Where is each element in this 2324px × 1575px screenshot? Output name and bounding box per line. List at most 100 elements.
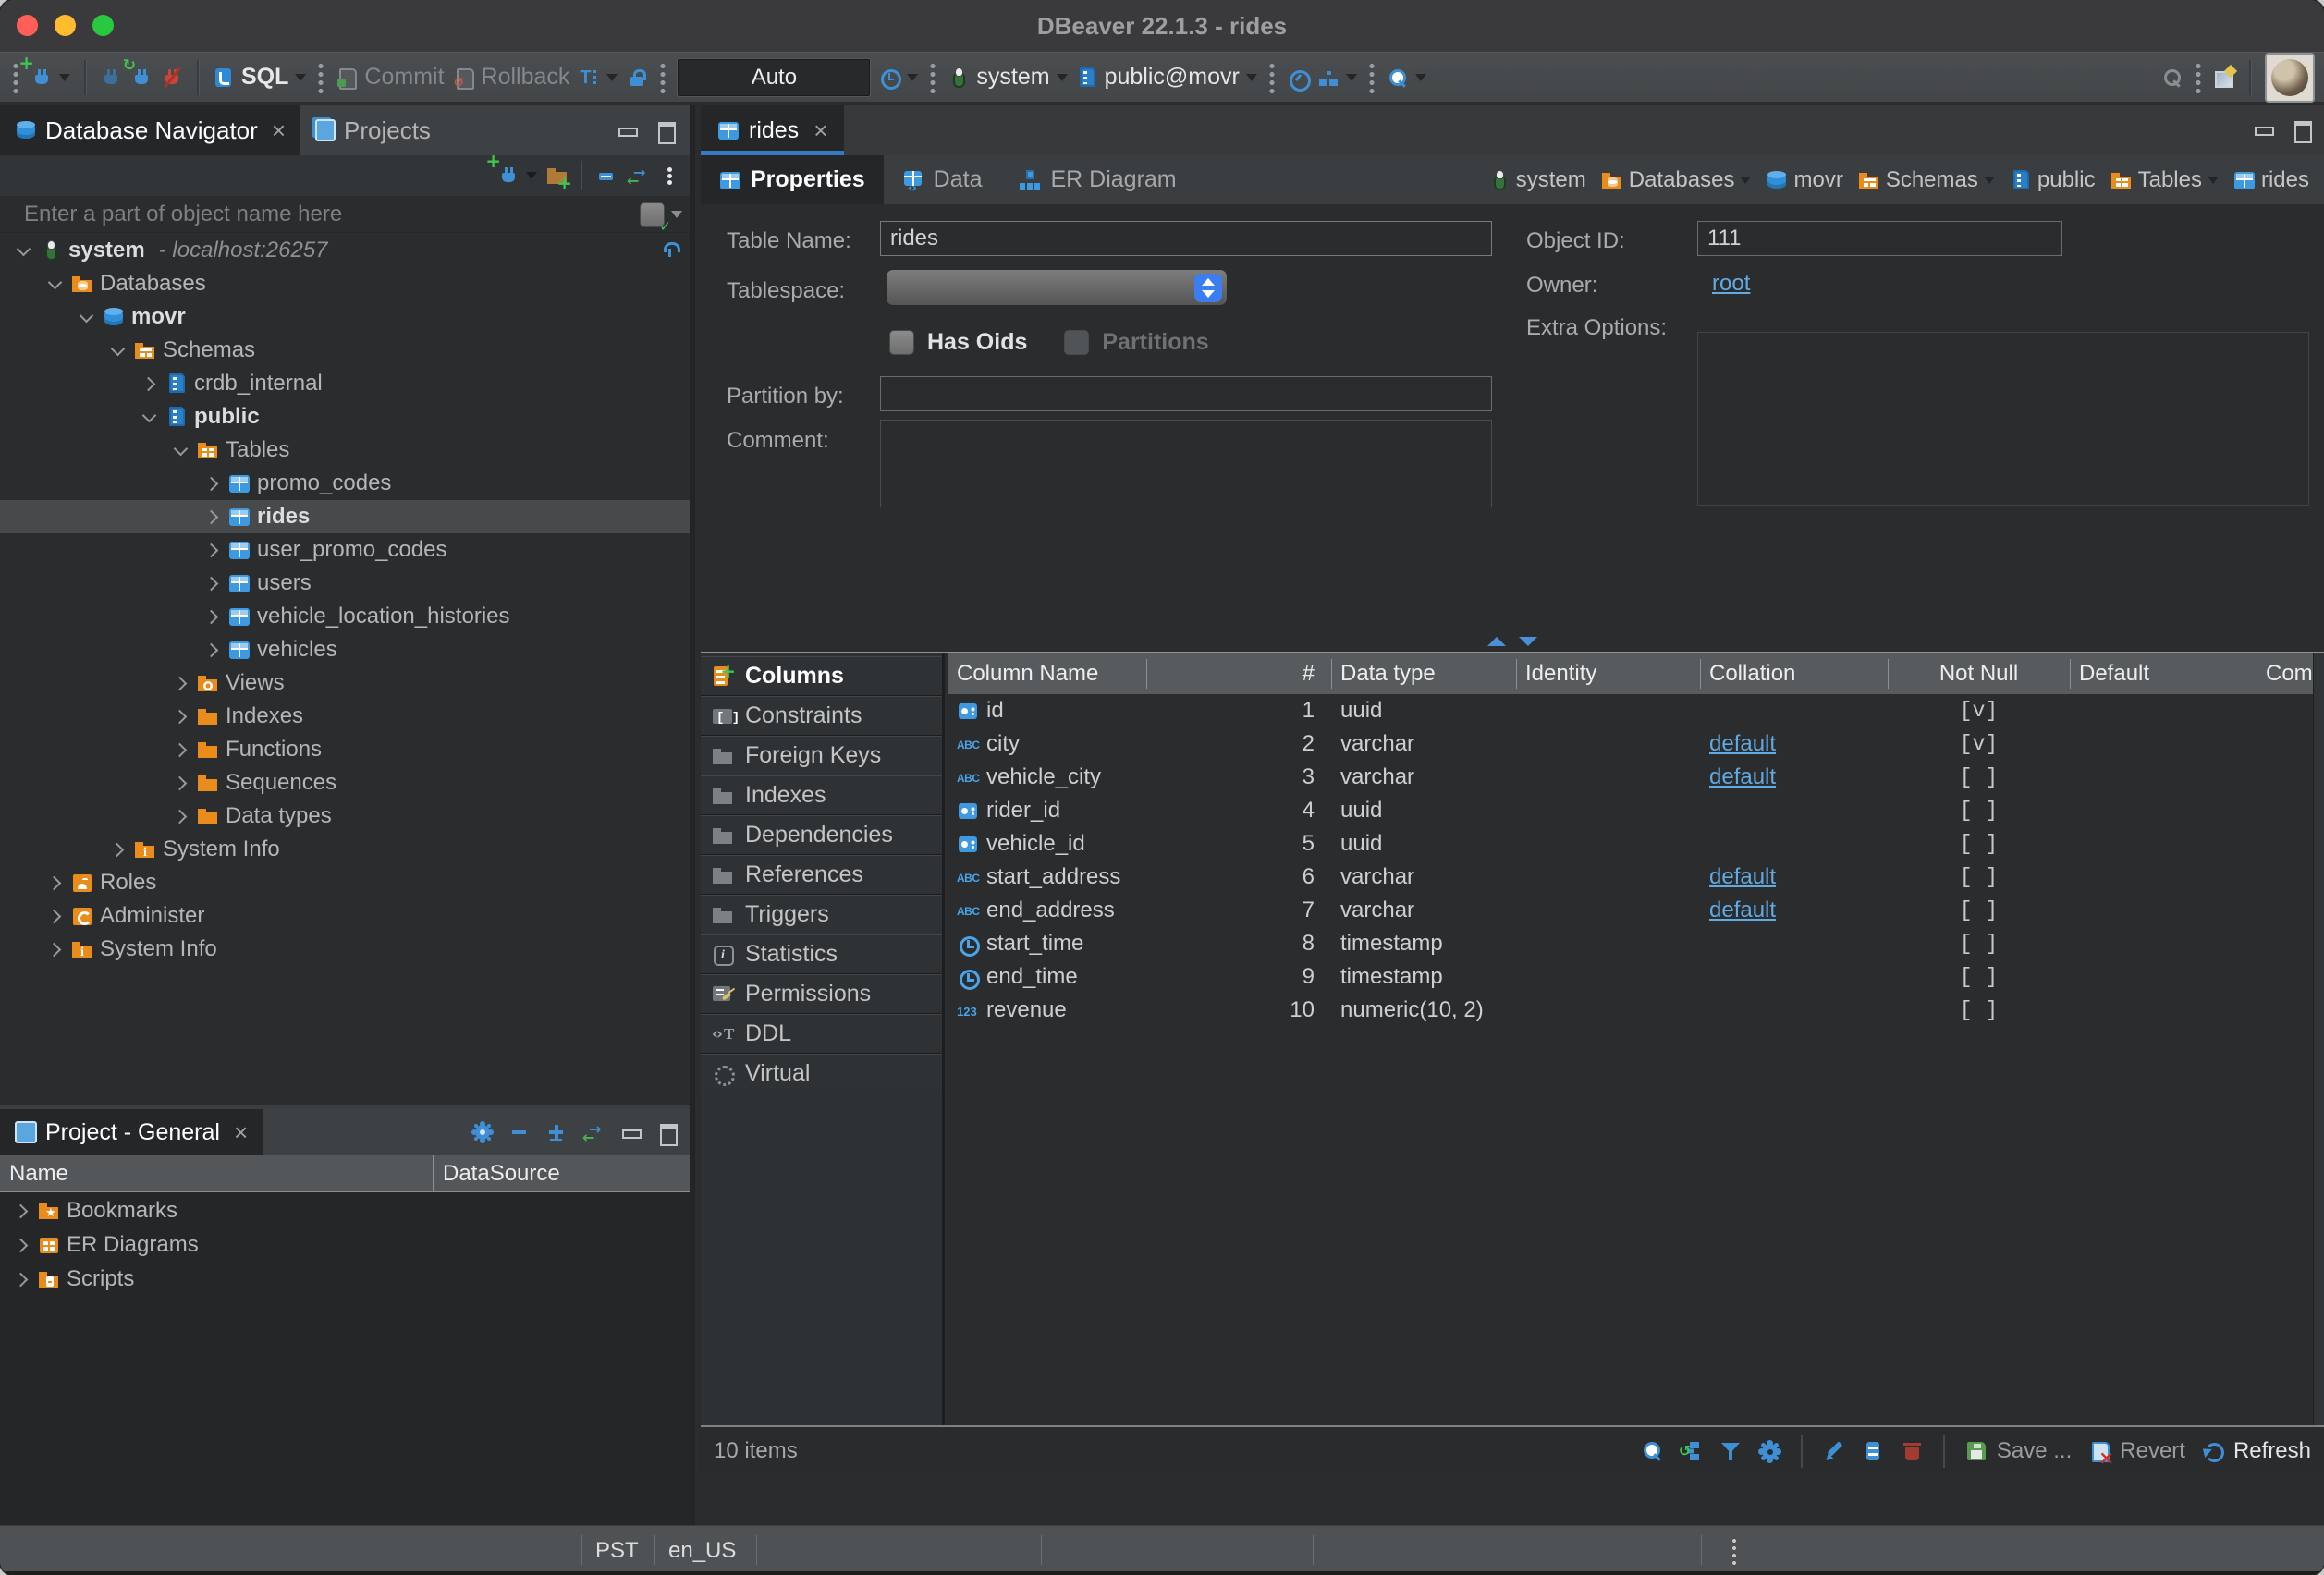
connect-button[interactable] — [100, 67, 122, 89]
commit-mode-combo[interactable]: Auto — [678, 59, 870, 96]
tree-item[interactable]: System Info — [0, 833, 690, 866]
zoom-window-button[interactable] — [92, 15, 114, 36]
breadcrumb-item[interactable]: system — [1488, 167, 1586, 193]
chevron-icon[interactable] — [203, 507, 222, 526]
tree-item[interactable]: system - localhost:26257 — [0, 234, 690, 267]
tree-item[interactable]: Databases — [0, 267, 690, 300]
grid-column-header[interactable]: Column Name — [948, 653, 1146, 694]
save-button[interactable]: Save ... — [1997, 1438, 2072, 1464]
search-button[interactable] — [1387, 67, 1426, 89]
transaction-log-button[interactable] — [578, 67, 618, 89]
refresh-icon[interactable] — [2202, 1440, 2224, 1462]
tree-item[interactable]: Data types — [0, 800, 690, 833]
statusbar-drag-handle[interactable] — [1732, 1537, 1736, 1565]
minimize-panel-icon[interactable] — [2252, 118, 2274, 140]
tree-item[interactable]: Views — [0, 666, 690, 700]
grid-sync-icon[interactable] — [1681, 1440, 1703, 1462]
chevron-icon[interactable] — [203, 574, 222, 592]
table-row[interactable]: vehicle_id 5 uuid [ ] — [948, 827, 2313, 861]
partition-by-input[interactable] — [880, 376, 1492, 411]
chevron-icon[interactable] — [203, 474, 222, 493]
has-oids-checkbox[interactable] — [889, 330, 914, 355]
extra-options-area[interactable] — [1697, 332, 2309, 506]
project-tree-item[interactable]: ER Diagrams — [0, 1227, 690, 1262]
tree-item[interactable]: user_promo_codes — [0, 533, 690, 567]
owner-link[interactable]: root — [1712, 271, 1750, 297]
table-row[interactable]: rider_id 4 uuid [ ] — [948, 794, 2313, 827]
editor-tab-rides[interactable]: rides × — [701, 105, 844, 155]
grid-settings-icon[interactable] — [1758, 1440, 1780, 1462]
open-perspective-button[interactable] — [2213, 67, 2235, 89]
expand-icon[interactable] — [545, 1121, 568, 1143]
collapse-all-button[interactable] — [595, 165, 618, 187]
compare-data-button[interactable] — [1317, 67, 1357, 89]
table-row[interactable]: vehicle_city 3 varchar default [ ] — [948, 761, 2313, 794]
tree-item[interactable]: rides — [0, 500, 690, 533]
subnav-item[interactable]: Statistics — [701, 934, 942, 974]
breadcrumb-item[interactable]: rides — [2233, 167, 2309, 193]
table-row[interactable]: start_time 8 timestamp [ ] — [948, 927, 2313, 960]
subnav-item[interactable]: Virtual — [701, 1054, 942, 1093]
object-id-input[interactable] — [1697, 221, 2062, 256]
collation-link[interactable]: default — [1709, 897, 1776, 922]
collapse-icon[interactable] — [508, 1121, 531, 1143]
subnav-item[interactable]: Permissions — [701, 974, 942, 1014]
tab-project-general[interactable]: Project - General × — [0, 1109, 263, 1155]
tree-item[interactable]: public — [0, 400, 690, 433]
view-menu-button[interactable] — [658, 165, 680, 187]
disconnect-button[interactable] — [161, 67, 183, 89]
chevron-icon[interactable] — [109, 840, 128, 859]
tree-item[interactable]: Administer — [0, 899, 690, 933]
project-tree-item[interactable]: Scripts — [0, 1262, 690, 1296]
sql-editor-button[interactable]: SQL — [213, 64, 306, 91]
breadcrumb-item[interactable]: Schemas — [1858, 167, 1995, 193]
close-icon[interactable]: × — [272, 116, 286, 145]
active-schema-selector[interactable]: public@movr — [1076, 64, 1257, 91]
locale-indicator[interactable]: en_US — [668, 1526, 736, 1575]
table-name-input[interactable] — [880, 221, 1492, 256]
nav-new-connection-button[interactable] — [497, 165, 537, 187]
tree-item[interactable]: vehicle_location_histories — [0, 600, 690, 633]
minimize-panel-icon[interactable] — [619, 1121, 642, 1143]
grid-column-header[interactable]: # — [1146, 653, 1331, 694]
maximize-panel-icon[interactable] — [654, 119, 677, 141]
subnav-item[interactable]: Constraints — [701, 696, 942, 736]
chevron-icon[interactable] — [172, 707, 190, 726]
close-window-button[interactable] — [17, 15, 38, 36]
chevron-icon[interactable] — [203, 607, 222, 626]
link-editor-icon[interactable] — [582, 1121, 605, 1143]
chevron-icon[interactable] — [13, 1270, 31, 1288]
tree-item[interactable]: movr — [0, 300, 690, 334]
subnav-item[interactable]: DDL — [701, 1014, 942, 1054]
subnav-item[interactable]: Dependencies — [701, 815, 942, 855]
tab-database-navigator[interactable]: Database Navigator × — [0, 105, 300, 155]
tree-item[interactable]: Functions — [0, 733, 690, 766]
minimize-panel-icon[interactable] — [616, 119, 638, 141]
subnav-item[interactable]: Columns — [701, 656, 942, 696]
table-row[interactable]: end_time 9 timestamp [ ] — [948, 960, 2313, 994]
table-row[interactable]: revenue 10 numeric(10, 2) [ ] — [948, 994, 2313, 1027]
new-connection-button[interactable] — [31, 67, 70, 89]
chevron-icon[interactable] — [203, 541, 222, 559]
chevron-icon[interactable] — [15, 241, 33, 260]
close-icon[interactable]: × — [813, 116, 827, 145]
tree-item[interactable]: Indexes — [0, 700, 690, 733]
chevron-icon[interactable] — [46, 873, 65, 892]
column-header-datasource[interactable]: DataSource — [433, 1155, 690, 1191]
grid-column-header[interactable]: Default — [2070, 653, 2257, 694]
revert-button[interactable]: Revert — [2120, 1438, 2185, 1464]
grid-column-header[interactable]: Not Null — [1888, 653, 2070, 694]
link-with-editor-button[interactable] — [627, 165, 649, 187]
history-button[interactable] — [878, 67, 918, 89]
reconnect-button[interactable] — [130, 67, 153, 89]
breadcrumb-item[interactable]: Databases — [1601, 167, 1752, 193]
breadcrumb-item[interactable]: Tables — [2110, 167, 2219, 193]
tree-item[interactable]: promo_codes — [0, 467, 690, 500]
maximize-panel-icon[interactable] — [2291, 118, 2313, 140]
view-tab[interactable]: ER Diagram — [1000, 155, 1194, 204]
sash-up-icon[interactable] — [1487, 637, 1506, 646]
grid-column-header[interactable]: Identity — [1516, 653, 1700, 694]
toolbar-drag-handle[interactable] — [13, 62, 18, 93]
chevron-icon[interactable] — [141, 408, 159, 426]
tree-item[interactable]: Sequences — [0, 766, 690, 800]
